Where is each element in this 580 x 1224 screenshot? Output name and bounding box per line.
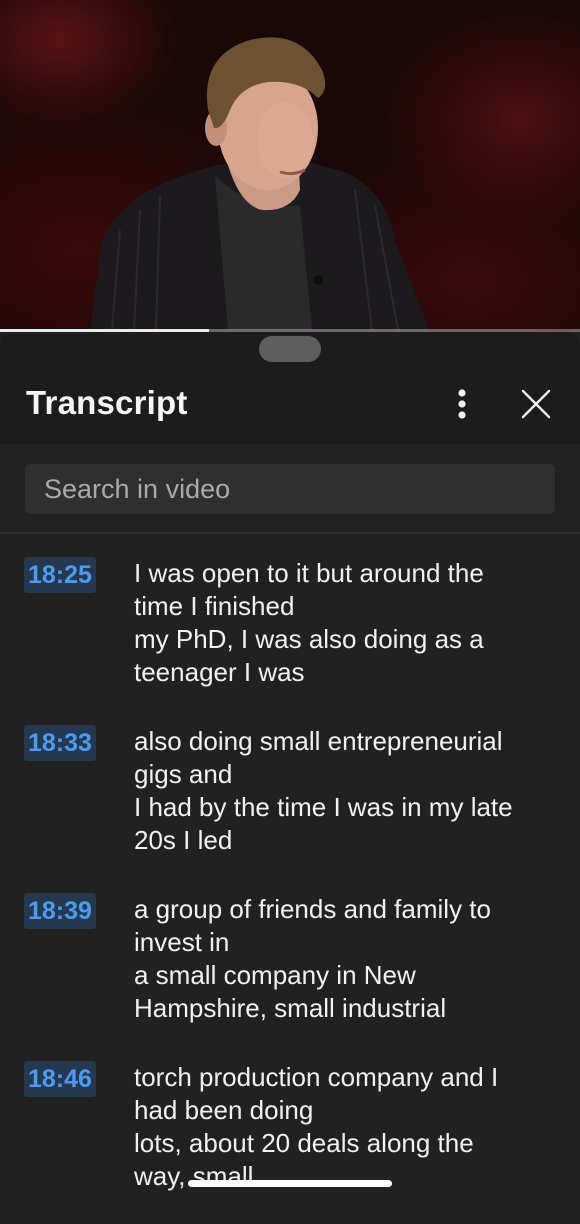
transcript-panel-header: Transcript [0,332,580,444]
search-input[interactable]: Search in video [25,464,555,514]
transcript-segment[interactable]: 18:33 also doing small entrepreneurial gig… [0,720,580,888]
segment-text-line: time I finished [134,591,295,621]
home-indicator[interactable] [188,1180,392,1187]
more-options-button[interactable] [446,386,478,422]
transcript-list: 18:25 I was open to it but around the time… [0,552,580,1224]
transcript-segment[interactable]: 18:46 torch production company and Ihad b… [0,1056,580,1224]
segment-text-line: had been doing [134,1095,314,1125]
segment-text: a group of friends and family to invest i… [134,893,564,1025]
segment-text-line: I had by the time I was in my late [134,792,513,822]
segment-text-line: also doing small entrepreneurial [134,726,503,756]
close-icon [521,389,551,419]
video-player[interactable] [0,0,580,332]
segment-text: also doing small entrepreneurial gigs and… [134,725,564,857]
close-button[interactable] [518,386,554,422]
segment-timestamp[interactable]: 18:39 [24,893,96,929]
segment-text-line: my PhD, I was also doing as a [134,624,484,654]
segment-text-line: torch production company and I [134,1062,499,1092]
drag-handle[interactable] [259,336,321,362]
segment-timestamp[interactable]: 18:46 [24,1061,96,1097]
search-placeholder: Search in video [44,473,231,504]
transcript-panel: Transcript Search in video 18:25 I was op… [0,332,580,1200]
segment-timestamp[interactable]: 18:25 [24,557,96,593]
segment-text-line: gigs and [134,759,233,789]
segment-text-line: a small company in New [134,960,416,990]
segment-text-line: way, small [134,1161,254,1191]
transcript-segment[interactable]: 18:25 I was open to it but around the time… [0,552,580,720]
segment-text: I was open to it but around the time I fi… [134,557,564,689]
segment-text-line: 20s I led [134,825,233,855]
segment-text-line: a group of friends and family to [134,894,491,924]
segment-text-line: I was open to it but around the [134,558,484,588]
search-bar-area: Search in video [0,444,580,534]
video-frame-speaker [90,37,430,332]
segment-text: torch production company and Ihad been d… [134,1061,564,1193]
segment-timestamp[interactable]: 18:33 [24,725,96,761]
segment-text-line: Hampshire, small industrial [134,993,447,1023]
transcript-segment[interactable]: 18:39 a group of friends and family to inv… [0,888,580,1056]
segment-text-line: teenager I was [134,657,305,687]
segment-text-line: invest in [134,927,230,957]
segment-text-line: lots, about 20 deals along the [134,1128,474,1158]
vertical-ellipsis-icon [458,389,466,419]
panel-title: Transcript [26,384,188,421]
